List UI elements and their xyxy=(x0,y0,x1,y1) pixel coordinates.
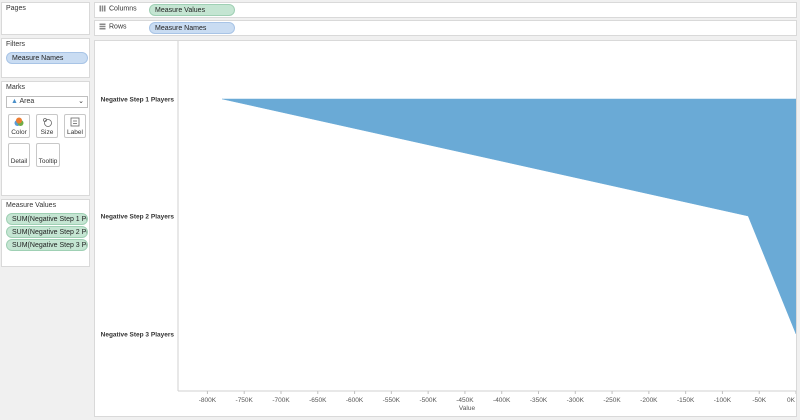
rows-icon xyxy=(99,23,106,30)
x-tick-label: -400K xyxy=(493,397,511,404)
measure-pill-step-2[interactable]: SUM(Negative Step 2 Pl.. xyxy=(6,226,88,238)
x-tick-label: -550K xyxy=(383,397,401,404)
measure-values-card[interactable]: Measure Values SUM(Negative Step 1 Pl.. … xyxy=(1,199,90,267)
rows-shelf-label: Rows xyxy=(99,23,127,30)
row-label: Negative Step 1 Players xyxy=(101,97,175,104)
x-tick-label: -600K xyxy=(346,397,364,404)
color-button[interactable]: Color xyxy=(8,114,30,138)
detail-label: Detail xyxy=(10,158,28,165)
filters-shelf[interactable]: Filters Measure Names xyxy=(1,38,90,78)
measure-pill-step-3[interactable]: SUM(Negative Step 3 Pl.. xyxy=(6,239,88,251)
marks-card: Marks ▲ Area ⌄ Color Size Label Detail T… xyxy=(1,81,90,196)
rows-label-text: Rows xyxy=(109,23,127,31)
size-label: Size xyxy=(40,129,54,136)
chevron-down-icon: ⌄ xyxy=(78,98,84,105)
columns-label-text: Columns xyxy=(109,5,137,13)
columns-icon xyxy=(99,5,106,12)
columns-shelf-label: Columns xyxy=(99,5,137,12)
filter-pill-measure-names[interactable]: Measure Names xyxy=(6,52,88,64)
area-mark-icon: ▲ xyxy=(11,98,18,105)
x-tick-label: -350K xyxy=(530,397,548,404)
tooltip-label: Tooltip xyxy=(38,158,58,165)
label-button[interactable]: Label xyxy=(64,114,86,138)
area-series xyxy=(222,98,797,335)
detail-icon xyxy=(9,146,29,158)
label-icon xyxy=(65,117,85,129)
size-button[interactable]: Size xyxy=(36,114,58,138)
pages-title: Pages xyxy=(6,5,26,12)
marks-title: Marks xyxy=(6,84,26,91)
tooltip-icon xyxy=(37,146,59,158)
measure-values-title: Measure Values xyxy=(6,202,57,209)
detail-button[interactable]: Detail xyxy=(8,143,30,167)
chart-view[interactable]: Negative Step 1 Players Negative Step 2 P… xyxy=(94,40,797,417)
x-tick-label: -150K xyxy=(677,397,695,404)
tooltip-button[interactable]: Tooltip xyxy=(36,143,60,167)
rows-shelf[interactable]: Rows Measure Names xyxy=(94,20,797,36)
x-tick-label: -450K xyxy=(456,397,474,404)
x-tick-label: -100K xyxy=(714,397,732,404)
x-tick-label: -50K xyxy=(752,397,766,404)
x-tick-label: -300K xyxy=(567,397,585,404)
x-tick-label: 0K xyxy=(787,397,796,404)
filters-title: Filters xyxy=(6,41,26,48)
x-tick-label: -750K xyxy=(236,397,254,404)
x-tick-label: -700K xyxy=(272,397,290,404)
x-tick-label: -500K xyxy=(419,397,437,404)
pages-shelf[interactable]: Pages xyxy=(1,2,90,35)
color-label: Color xyxy=(11,129,27,136)
mark-type-value: Area xyxy=(19,98,35,105)
rows-pill-measure-names[interactable]: Measure Names xyxy=(149,22,235,34)
color-icon xyxy=(9,117,29,129)
x-tick-label: -200K xyxy=(640,397,658,404)
label-label: Label xyxy=(67,129,83,136)
row-label: Negative Step 2 Players xyxy=(101,214,175,221)
measure-pill-step-1[interactable]: SUM(Negative Step 1 Pl.. xyxy=(6,213,88,225)
columns-pill-measure-values[interactable]: Measure Values xyxy=(149,4,235,16)
size-icon xyxy=(37,117,57,129)
x-tick-label: -800K xyxy=(199,397,217,404)
columns-shelf[interactable]: Columns Measure Values xyxy=(94,2,797,18)
mark-type-dropdown[interactable]: ▲ Area ⌄ xyxy=(6,96,88,108)
row-label: Negative Step 3 Players xyxy=(101,332,175,339)
area-chart: Negative Step 1 Players Negative Step 2 P… xyxy=(101,41,797,412)
x-tick-label: -650K xyxy=(309,397,327,404)
x-axis-title: Value xyxy=(459,405,476,412)
x-tick-label: -250K xyxy=(603,397,621,404)
